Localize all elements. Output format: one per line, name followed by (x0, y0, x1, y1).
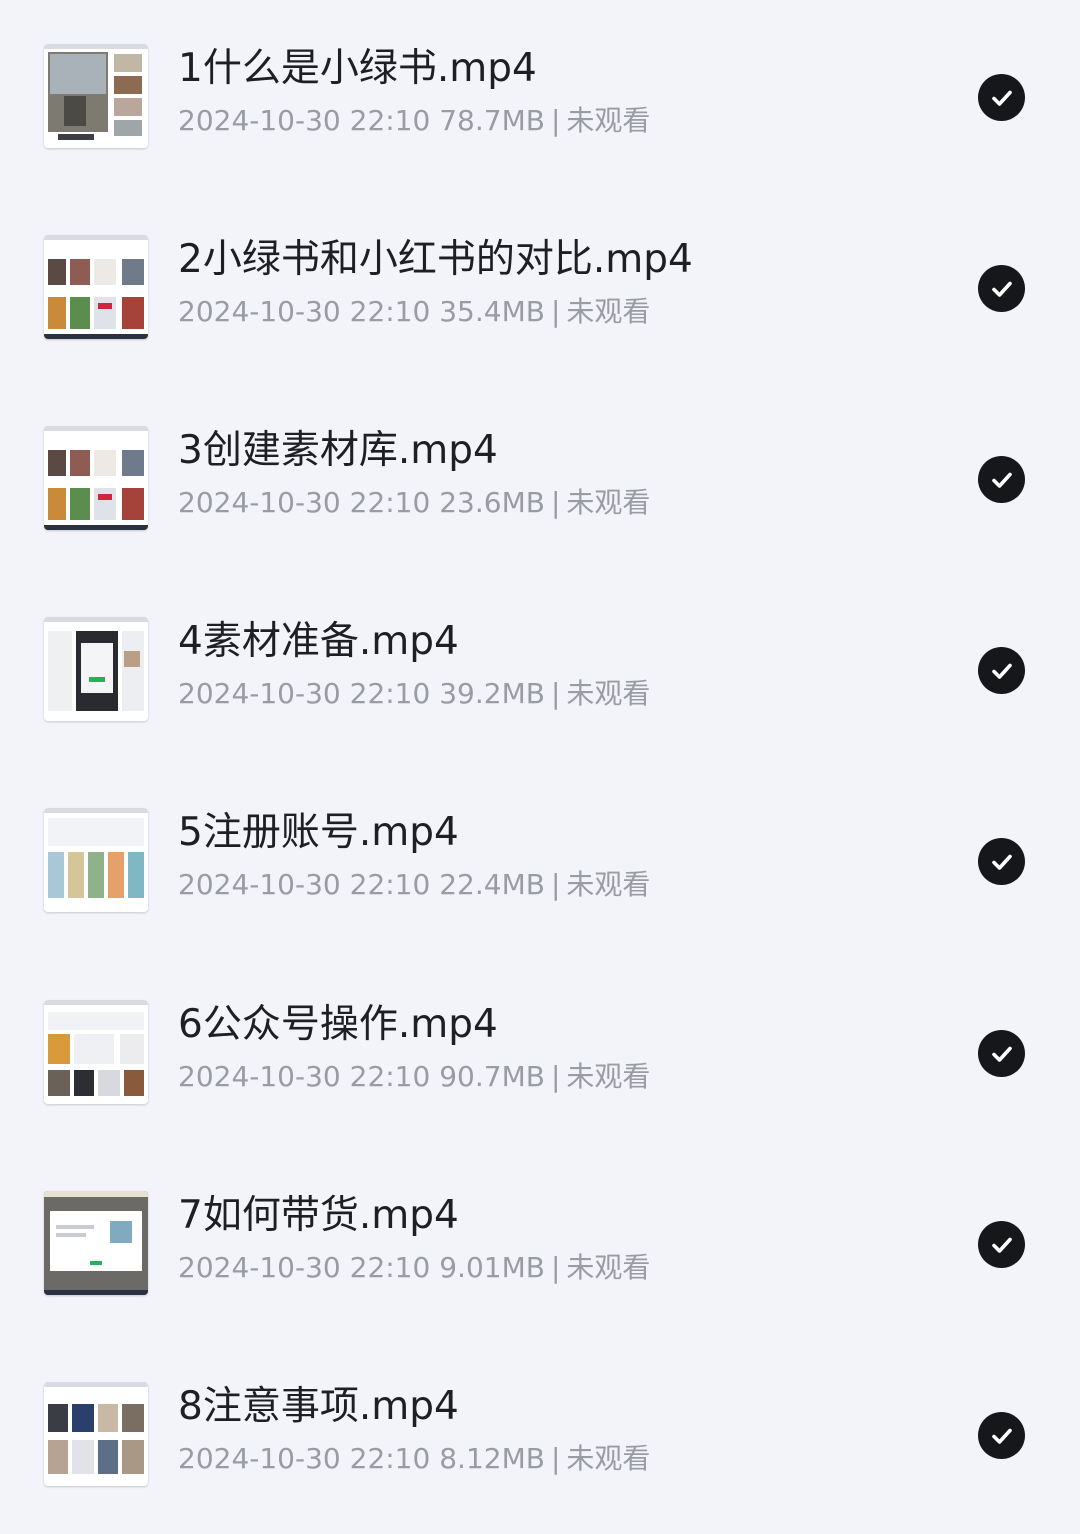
watch-status: 未观看 (566, 104, 651, 137)
video-size: 35.4MB (439, 295, 545, 328)
video-title[interactable]: 2小绿书和小红书的对比.mp4 (178, 237, 693, 283)
video-list: 1什么是小绿书.mp4 2024-10-30 22:10 78.7MB | 未观看 … (0, 0, 1080, 1531)
video-title[interactable]: 6公众号操作.mp4 (178, 1002, 498, 1048)
watch-status: 未观看 (566, 1442, 651, 1475)
watch-status: 未观看 (566, 486, 651, 519)
video-size: 22.4MB (439, 868, 545, 901)
video-thumbnail[interactable] (44, 1382, 148, 1486)
video-meta: 2024-10-30 22:10 8.12MB | 未观看 (178, 1442, 650, 1476)
video-size: 39.2MB (439, 677, 545, 710)
watch-status: 未观看 (566, 295, 651, 328)
video-title[interactable]: 7如何带货.mp4 (178, 1193, 459, 1239)
video-thumbnail[interactable] (44, 235, 148, 339)
checkmark-icon[interactable] (978, 1412, 1025, 1459)
watch-status: 未观看 (566, 1251, 651, 1284)
meta-separator: | (550, 1060, 561, 1093)
meta-separator: | (550, 486, 561, 519)
meta-separator: | (550, 1442, 561, 1475)
video-meta: 2024-10-30 22:10 90.7MB | 未观看 (178, 1060, 650, 1094)
checkmark-icon[interactable] (978, 74, 1025, 121)
video-meta: 2024-10-30 22:10 78.7MB | 未观看 (178, 104, 650, 138)
video-size: 8.12MB (439, 1442, 545, 1475)
list-item[interactable]: 8注意事项.mp4 2024-10-30 22:10 8.12MB | 未观看 (0, 1382, 1080, 1534)
meta-separator: | (550, 1251, 561, 1284)
list-item[interactable]: 5注册账号.mp4 2024-10-30 22:10 22.4MB | 未观看 (0, 808, 1080, 960)
video-size: 90.7MB (439, 1060, 545, 1093)
meta-separator: | (550, 868, 561, 901)
meta-separator: | (550, 295, 561, 328)
list-item[interactable]: 4素材准备.mp4 2024-10-30 22:10 39.2MB | 未观看 (0, 617, 1080, 769)
list-item[interactable]: 1什么是小绿书.mp4 2024-10-30 22:10 78.7MB | 未观看 (0, 44, 1080, 196)
watch-status: 未观看 (566, 1060, 651, 1093)
video-thumbnail[interactable] (44, 808, 148, 912)
list-item[interactable]: 2小绿书和小红书的对比.mp4 2024-10-30 22:10 35.4MB |… (0, 235, 1080, 387)
watch-status: 未观看 (566, 677, 651, 710)
video-title[interactable]: 5注册账号.mp4 (178, 810, 459, 856)
checkmark-icon[interactable] (978, 838, 1025, 885)
checkmark-icon[interactable] (978, 1030, 1025, 1077)
video-meta: 2024-10-30 22:10 35.4MB | 未观看 (178, 295, 650, 329)
video-thumbnail[interactable] (44, 426, 148, 530)
video-size: 9.01MB (439, 1251, 545, 1284)
watch-status: 未观看 (566, 868, 651, 901)
video-thumbnail[interactable] (44, 1191, 148, 1295)
video-date: 2024-10-30 22:10 (178, 868, 431, 901)
video-title[interactable]: 3创建素材库.mp4 (178, 428, 498, 474)
video-meta: 2024-10-30 22:10 9.01MB | 未观看 (178, 1251, 650, 1285)
checkmark-icon[interactable] (978, 456, 1025, 503)
video-date: 2024-10-30 22:10 (178, 486, 431, 519)
video-title[interactable]: 8注意事项.mp4 (178, 1384, 459, 1430)
video-date: 2024-10-30 22:10 (178, 295, 431, 328)
video-thumbnail[interactable] (44, 1000, 148, 1104)
video-meta: 2024-10-30 22:10 39.2MB | 未观看 (178, 677, 650, 711)
video-meta: 2024-10-30 22:10 22.4MB | 未观看 (178, 868, 650, 902)
meta-separator: | (550, 677, 561, 710)
video-date: 2024-10-30 22:10 (178, 1060, 431, 1093)
list-item[interactable]: 6公众号操作.mp4 2024-10-30 22:10 90.7MB | 未观看 (0, 1000, 1080, 1152)
video-date: 2024-10-30 22:10 (178, 104, 431, 137)
video-meta: 2024-10-30 22:10 23.6MB | 未观看 (178, 486, 650, 520)
meta-separator: | (550, 104, 561, 137)
video-thumbnail[interactable] (44, 44, 148, 148)
video-size: 23.6MB (439, 486, 545, 519)
video-size: 78.7MB (439, 104, 545, 137)
video-date: 2024-10-30 22:10 (178, 1442, 431, 1475)
checkmark-icon[interactable] (978, 647, 1025, 694)
video-title[interactable]: 1什么是小绿书.mp4 (178, 46, 537, 92)
list-item[interactable]: 7如何带货.mp4 2024-10-30 22:10 9.01MB | 未观看 (0, 1191, 1080, 1343)
video-title[interactable]: 4素材准备.mp4 (178, 619, 459, 665)
list-item[interactable]: 3创建素材库.mp4 2024-10-30 22:10 23.6MB | 未观看 (0, 426, 1080, 578)
checkmark-icon[interactable] (978, 1221, 1025, 1268)
video-date: 2024-10-30 22:10 (178, 1251, 431, 1284)
video-thumbnail[interactable] (44, 617, 148, 721)
video-date: 2024-10-30 22:10 (178, 677, 431, 710)
checkmark-icon[interactable] (978, 265, 1025, 312)
